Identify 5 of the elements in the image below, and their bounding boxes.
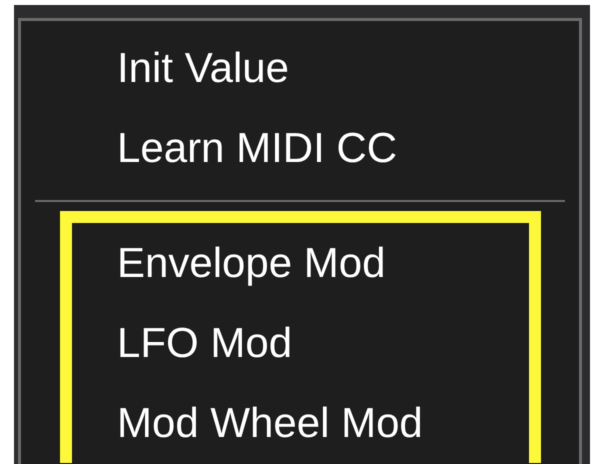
- menu-item[interactable]: Learn MIDI CC: [21, 108, 579, 188]
- menu-item[interactable]: Mod Wheel Mod: [72, 383, 529, 463]
- menu-item[interactable]: Init Value: [21, 28, 579, 108]
- menu-item[interactable]: Envelope Mod: [72, 223, 529, 303]
- menu-item[interactable]: LFO Mod: [72, 303, 529, 383]
